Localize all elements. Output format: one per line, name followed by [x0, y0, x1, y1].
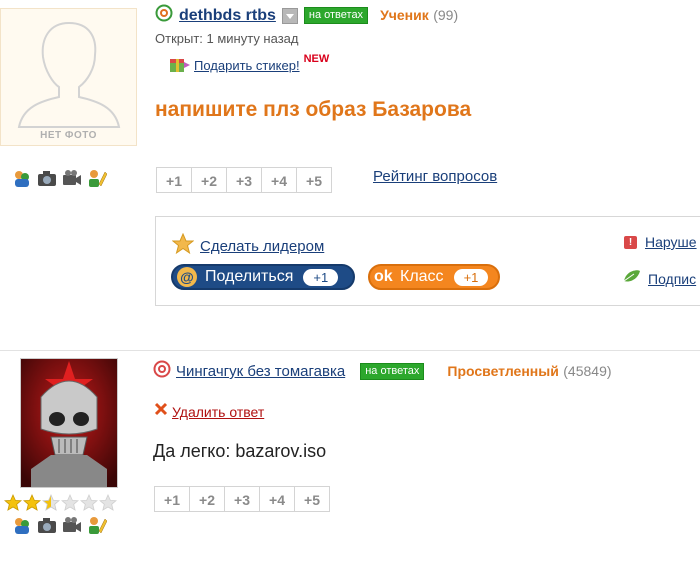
star-empty-icon	[79, 494, 99, 516]
star-half-icon	[41, 494, 61, 516]
answer-vote-buttons: +1 +2 +3 +4 +5	[154, 486, 330, 512]
at-mail-icon	[153, 360, 171, 383]
vote-plus-5-button[interactable]: +5	[294, 486, 330, 512]
answer-author-line: Чингачгук без томагавка на ответах Просв…	[153, 360, 612, 383]
question-title: напишите плз образ Базарова	[155, 98, 472, 121]
answerer-avatar[interactable]	[20, 358, 118, 488]
report-row: ! Наруше	[624, 234, 697, 250]
question-author-line: dethbds rtbs на ответах Ученик (99)	[155, 4, 458, 27]
odnoklassniki-icon: ok	[374, 268, 393, 285]
share-label: Поделиться	[205, 268, 294, 285]
subscribe-link[interactable]: Подпис	[648, 271, 696, 287]
make-leader-link[interactable]: Сделать лидером	[200, 238, 324, 255]
delete-x-icon	[153, 401, 169, 422]
vote-plus-4-button[interactable]: +4	[259, 486, 295, 512]
friends-icon[interactable]	[12, 515, 32, 535]
gift-icon	[168, 52, 190, 79]
author-rank-points: (99)	[433, 6, 459, 23]
delete-answer-row: Удалить ответ	[153, 401, 264, 422]
on-answers-badge: на ответах	[360, 363, 425, 380]
answerer-actions	[12, 515, 108, 535]
on-answers-badge: на ответах	[303, 7, 369, 24]
vote-plus-3-button[interactable]: +3	[226, 167, 262, 193]
delete-answer-link[interactable]: Удалить ответ	[172, 404, 264, 420]
answerer-rank: Просветленный	[447, 362, 559, 379]
answerer-stars	[3, 494, 118, 516]
new-label: NEW	[303, 52, 330, 65]
question-rating-link[interactable]: Рейтинг вопросов	[373, 168, 497, 185]
robot-skull-image	[21, 359, 117, 487]
star-empty-icon	[98, 494, 118, 516]
share-count: +1	[303, 268, 339, 286]
warning-icon: !	[624, 235, 637, 249]
opened-time: Открыт: 1 минуту назад	[155, 31, 299, 46]
make-leader-row: Сделать лидером	[171, 232, 324, 260]
user-actions	[12, 168, 108, 188]
star-icon	[171, 232, 195, 260]
photo-camera-icon[interactable]	[37, 168, 57, 188]
no-photo-label: НЕТ ФОТО	[40, 130, 97, 141]
edit-pencil-icon[interactable]	[87, 168, 108, 188]
vote-plus-2-button[interactable]: +2	[189, 486, 225, 512]
avatar-placeholder[interactable]: НЕТ ФОТО	[0, 8, 137, 146]
answer-text: Да легко: bazarov.iso	[153, 441, 327, 461]
vote-plus-1-button[interactable]: +1	[156, 167, 192, 193]
vote-plus-5-button[interactable]: +5	[296, 167, 332, 193]
photo-camera-icon[interactable]	[37, 515, 57, 535]
star-empty-icon	[60, 494, 80, 516]
section-divider	[0, 350, 700, 351]
friends-icon[interactable]	[12, 168, 32, 188]
gift-sticker-link[interactable]: Подарить стикер!	[194, 58, 300, 73]
vote-plus-1-button[interactable]: +1	[154, 486, 190, 512]
report-link[interactable]: Наруше	[645, 234, 697, 250]
class-button[interactable]: ok Класс +1	[368, 264, 500, 290]
answer-author-link[interactable]: Чингачгук без томагавка	[176, 363, 345, 380]
question-actions-panel: Сделать лидером @ Поделиться +1 ok Класс…	[155, 216, 700, 306]
vote-plus-4-button[interactable]: +4	[261, 167, 297, 193]
subscribe-leaf-icon	[622, 267, 642, 290]
star-full-icon	[22, 494, 42, 516]
vote-plus-2-button[interactable]: +2	[191, 167, 227, 193]
video-camera-icon[interactable]	[62, 515, 82, 535]
gift-sticker-row: Подарить стикер! NEW	[168, 52, 329, 79]
star-full-icon	[3, 494, 23, 516]
question-author-link[interactable]: dethbds rtbs	[179, 7, 276, 25]
question-vote-buttons: +1 +2 +3 +4 +5	[156, 167, 332, 193]
class-count: +1	[453, 268, 489, 286]
at-sign-icon: @	[177, 267, 197, 287]
share-button[interactable]: @ Поделиться +1	[171, 264, 355, 290]
subscribe-row: Подпис	[622, 267, 696, 290]
dropdown-toggle-icon[interactable]	[281, 7, 298, 24]
person-silhouette-icon	[17, 21, 121, 128]
vote-plus-3-button[interactable]: +3	[224, 486, 260, 512]
author-rank: Ученик	[380, 6, 429, 23]
edit-pencil-icon[interactable]	[87, 515, 108, 535]
answerer-rank-points: (45849)	[563, 362, 612, 379]
at-mail-icon	[155, 4, 173, 27]
class-label: Класс	[400, 268, 444, 285]
video-camera-icon[interactable]	[62, 168, 82, 188]
